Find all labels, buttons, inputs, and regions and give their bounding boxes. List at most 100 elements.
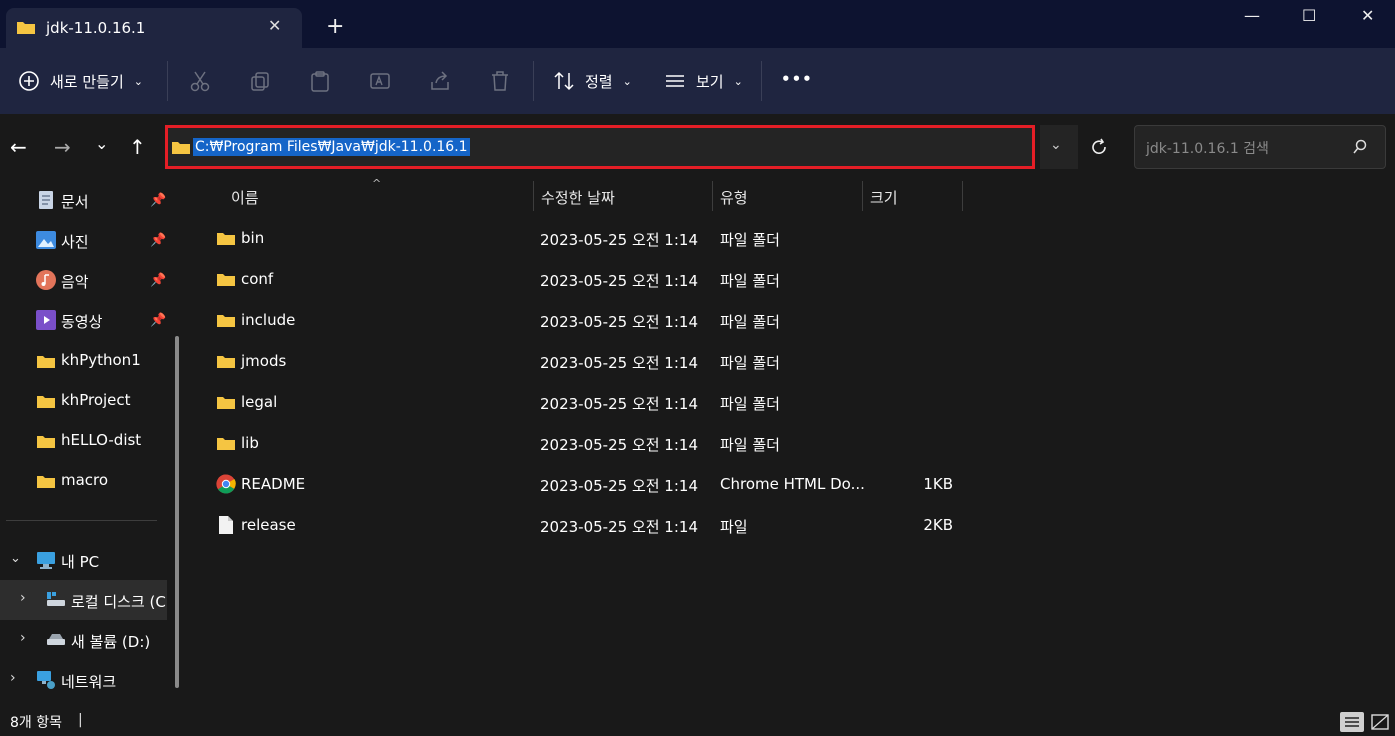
expand-chevron-icon[interactable]: › <box>20 590 26 606</box>
paste-icon[interactable] <box>309 70 331 92</box>
folder-icon <box>37 396 55 408</box>
sidebar-item-label: macro <box>61 471 109 489</box>
folder-icon <box>217 356 235 368</box>
recent-locations-chevron-icon[interactable]: ⌄ <box>95 134 108 153</box>
up-arrow-icon[interactable]: ↑ <box>129 135 146 159</box>
expand-chevron-icon[interactable]: › <box>10 670 16 686</box>
file-name: include <box>241 311 296 329</box>
details-view-button[interactable] <box>1340 712 1364 732</box>
view-list-icon <box>666 75 684 87</box>
pictures-icon <box>36 231 56 249</box>
new-button-label: 새로 만들기 <box>50 72 124 91</box>
status-divider: | <box>78 712 83 728</box>
sort-icon <box>554 71 574 91</box>
sidebar-item-label: khProject <box>61 391 131 409</box>
sidebar-item-label: 내 PC <box>61 553 100 571</box>
cut-icon[interactable] <box>189 70 211 92</box>
folder-icon <box>217 315 235 327</box>
file-modified: 2023-05-25 오전 1:14 <box>540 272 698 290</box>
address-path[interactable]: C:₩Program Files₩Java₩jdk-11.0.16.1 <box>193 138 470 156</box>
plus-circle-icon <box>19 71 39 91</box>
pin-icon[interactable]: 📌 <box>150 233 166 248</box>
expand-chevron-icon[interactable]: ⌄ <box>10 551 21 566</box>
file-type: 파일 폴더 <box>720 354 780 372</box>
file-type: 파일 폴더 <box>720 231 780 249</box>
sidebar-item-label: hELLO-dist <box>61 431 142 449</box>
column-header-type[interactable]: 유형 <box>720 187 748 208</box>
forward-arrow-icon[interactable]: → <box>54 135 71 159</box>
new-button[interactable]: 새로 만들기 ⌄ <box>18 70 143 92</box>
sidebar-divider <box>6 520 157 521</box>
large-icons-view-button[interactable] <box>1368 712 1392 732</box>
computer-icon <box>37 552 55 569</box>
column-divider[interactable] <box>962 181 963 211</box>
tab-close-button[interactable]: ✕ <box>268 16 281 35</box>
column-divider[interactable] <box>533 181 534 211</box>
file-name: README <box>241 475 306 493</box>
music-icon <box>36 270 56 290</box>
large-icons-view-icon <box>1371 714 1389 730</box>
folder-icon <box>37 356 55 368</box>
table-row[interactable] <box>206 425 1386 461</box>
search-placeholder: jdk-11.0.16.1 검색 <box>1146 141 1269 157</box>
pin-icon[interactable]: 📌 <box>150 273 166 288</box>
column-divider[interactable] <box>712 181 713 211</box>
copy-icon[interactable] <box>249 70 271 92</box>
sidebar-scrollbar[interactable] <box>175 336 179 688</box>
sidebar-item-label: 네트워크 <box>61 673 117 691</box>
file-modified: 2023-05-25 오전 1:14 <box>540 436 698 454</box>
file-name: jmods <box>241 352 287 370</box>
folder-icon <box>172 142 190 154</box>
status-item-count: 8개 항목 <box>10 715 62 731</box>
file-name: lib <box>241 434 259 452</box>
file-modified: 2023-05-25 오전 1:14 <box>540 395 698 413</box>
videos-icon <box>36 310 56 330</box>
table-row[interactable] <box>206 261 1386 297</box>
column-header-size[interactable]: 크기 <box>870 187 898 208</box>
file-name: legal <box>241 393 278 411</box>
pin-icon[interactable]: 📌 <box>150 313 166 328</box>
minimize-button[interactable]: — <box>1244 6 1260 25</box>
details-view-icon <box>1345 717 1359 727</box>
maximize-button[interactable]: ☐ <box>1302 6 1316 25</box>
table-row[interactable] <box>206 220 1386 256</box>
file-modified: 2023-05-25 오전 1:14 <box>540 477 698 495</box>
folder-icon <box>37 436 55 448</box>
chevron-down-icon: ⌄ <box>733 74 743 88</box>
table-row[interactable] <box>206 384 1386 420</box>
folder-icon <box>217 397 235 409</box>
divider <box>167 61 168 101</box>
more-options-button[interactable]: ••• <box>781 70 813 88</box>
table-row[interactable] <box>206 343 1386 379</box>
search-icon <box>1353 139 1367 154</box>
refresh-icon[interactable] <box>1089 137 1109 157</box>
folder-icon <box>17 22 35 34</box>
file-modified: 2023-05-25 오전 1:14 <box>540 313 698 331</box>
pin-icon[interactable]: 📌 <box>150 193 166 208</box>
divider <box>533 61 534 101</box>
file-name: bin <box>241 229 265 247</box>
delete-icon[interactable] <box>489 70 511 92</box>
view-button[interactable]: 보기 ⌄ <box>664 70 743 92</box>
column-header-modified[interactable]: 수정한 날짜 <box>541 187 615 208</box>
rename-icon[interactable] <box>369 70 391 92</box>
documents-icon <box>39 191 53 209</box>
file-modified: 2023-05-25 오전 1:14 <box>540 231 698 249</box>
chevron-down-icon: ⌄ <box>1050 137 1062 153</box>
file-name: release <box>241 516 296 534</box>
table-row[interactable] <box>206 302 1386 338</box>
expand-chevron-icon[interactable]: › <box>20 630 26 646</box>
column-header-name[interactable]: 이름 <box>231 187 259 208</box>
table-row[interactable] <box>206 507 1386 543</box>
column-divider[interactable] <box>862 181 863 211</box>
new-tab-button[interactable]: + <box>326 14 344 39</box>
back-arrow-icon[interactable]: ← <box>10 135 27 159</box>
file-type: 파일 폴더 <box>720 313 780 331</box>
sort-button[interactable]: 정렬 ⌄ <box>553 70 632 92</box>
sidebar-item-label: 동영상 <box>61 313 103 331</box>
share-icon[interactable] <box>429 70 451 92</box>
close-window-button[interactable]: ✕ <box>1361 6 1374 25</box>
file-type: 파일 폴더 <box>720 436 780 454</box>
network-icon <box>37 671 55 689</box>
sidebar-item-label: 음악 <box>61 273 89 291</box>
